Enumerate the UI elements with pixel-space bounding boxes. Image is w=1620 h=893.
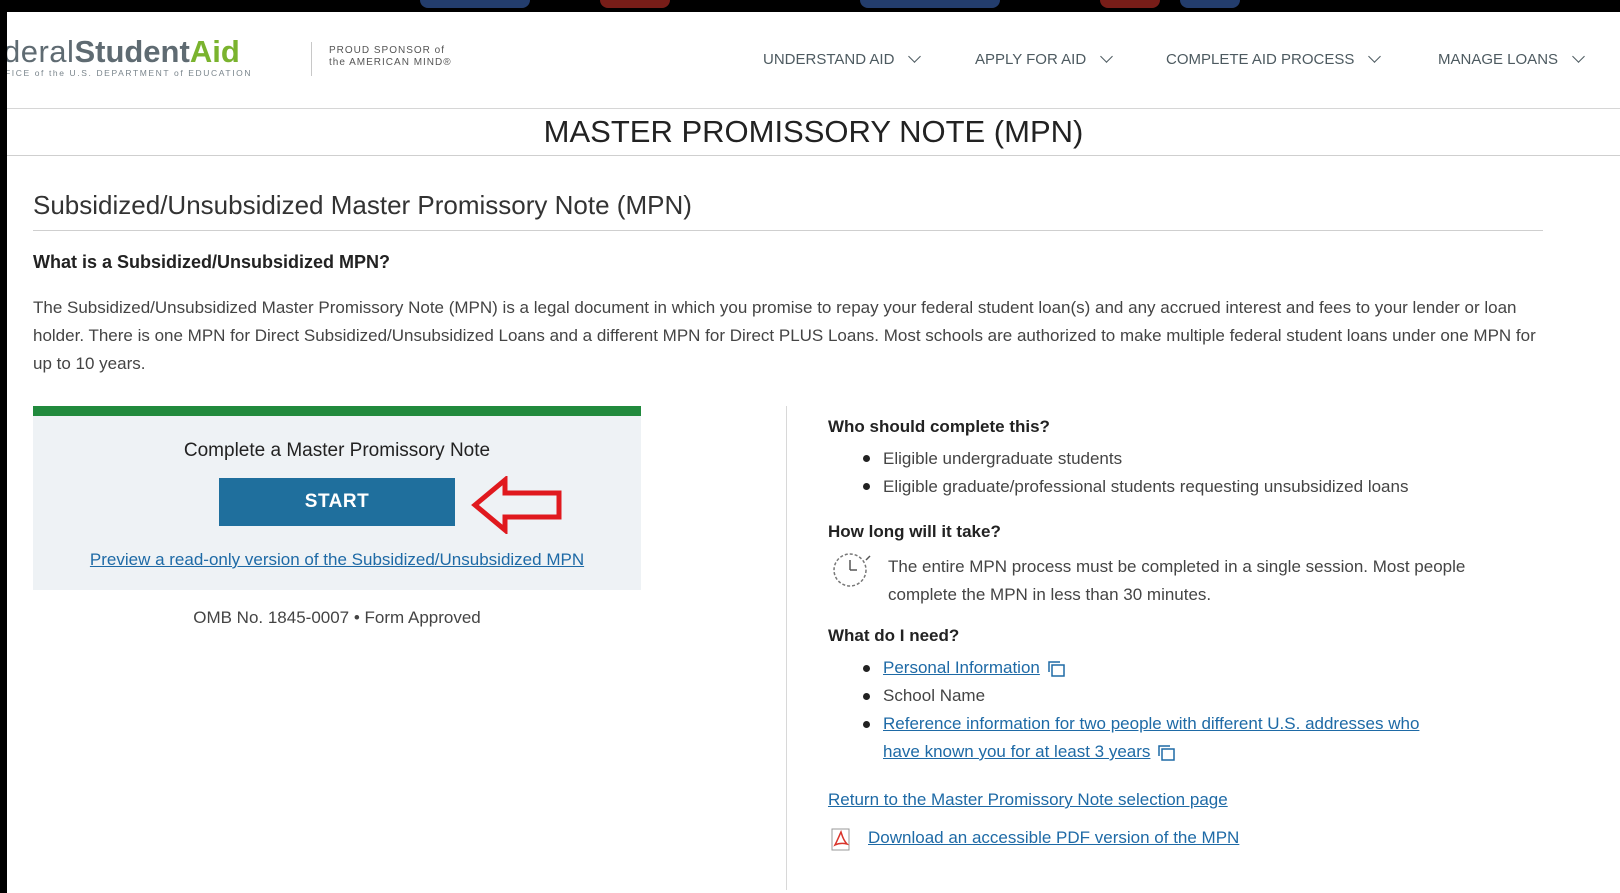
clock-icon [833,553,871,587]
nav-understand-aid[interactable]: UNDERSTAND AID [763,50,922,68]
who-heading: Who should complete this? [828,417,1050,436]
return-link-row: Return to the Master Promissory Note sel… [828,790,1228,810]
chevron-down-icon [1100,50,1114,63]
pdf-icon [831,828,850,851]
pdf-link-row: Download an accessible PDF version of th… [868,828,1239,848]
download-pdf-link[interactable]: Download an accessible PDF version of th… [868,828,1239,847]
start-button[interactable]: START [219,478,455,526]
need-heading: What do I need? [828,626,960,645]
who-item-graduate: Eligible graduate/professional students … [883,477,1409,496]
top-strip [0,0,1620,12]
reference-information-link[interactable]: Reference information for two people wit… [883,714,1419,733]
nav-manage-loans[interactable]: MANAGE LOANS [1438,50,1585,68]
section-divider [33,230,1543,231]
page-title: MASTER PROMISSORY NOTE (MPN) [543,114,1084,149]
column-divider [786,406,787,890]
bullet-icon [863,483,870,490]
logo-divider [311,42,312,76]
omb-number: OMB No. 1845-0007 • Form Approved [193,608,481,627]
chevron-down-icon [908,50,922,63]
chevron-down-icon [1572,50,1585,63]
card-title: Complete a Master Promissory Note [183,440,491,461]
page-title-bar: MASTER PROMISSORY NOTE (MPN) [7,108,1620,156]
mpn-description: The Subsidized/Unsubsidized Master Promi… [33,298,1536,373]
external-window-icon [1048,660,1065,677]
site-header: deralStudentAid FICE of the U.S. DEPARTM… [7,12,1620,109]
who-item-undergrad: Eligible undergraduate students [883,449,1123,468]
external-window-icon [1158,744,1176,761]
site-logo[interactable]: deralStudentAid [7,34,240,70]
what-is-heading: What is a Subsidized/Unsubsidized MPN? [33,252,391,272]
personal-information-link[interactable]: Personal Information [883,658,1040,677]
start-card: Complete a Master Promissory Note START … [33,406,641,590]
need-item-school-name: School Name [883,686,986,705]
nav-apply-for-aid[interactable]: APPLY FOR AID [975,50,1114,68]
sponsor-text: PROUD SPONSOR of the AMERICAN MIND® [329,45,452,68]
preview-readonly-link[interactable]: Preview a read-only version of the Subsi… [33,550,641,570]
chevron-down-icon [1368,50,1382,63]
need-item-references: Reference information for two people wit… [883,714,1419,734]
nav-complete-aid-process[interactable]: COMPLETE AID PROCESS [1166,50,1382,68]
arrow-left-icon [471,476,562,534]
bullet-icon [863,693,870,700]
section-title: Subsidized/Unsubsidized Master Promissor… [33,190,692,220]
bullet-icon [863,665,870,672]
bullet-icon [863,721,870,728]
need-item-references-cont: have known you for at least 3 years [883,742,1176,762]
reference-information-link-cont[interactable]: have known you for at least 3 years [883,742,1150,761]
browser-content: deralStudentAid FICE of the U.S. DEPARTM… [7,12,1620,893]
time-heading: How long will it take? [828,522,1001,541]
need-item-personal-info: Personal Information [883,658,1066,678]
time-description: The entire MPN process must be completed… [888,557,1466,604]
bullet-icon [863,455,870,462]
return-to-selection-link[interactable]: Return to the Master Promissory Note sel… [828,790,1228,809]
logo-subtitle: FICE of the U.S. DEPARTMENT of EDUCATION [7,68,253,78]
